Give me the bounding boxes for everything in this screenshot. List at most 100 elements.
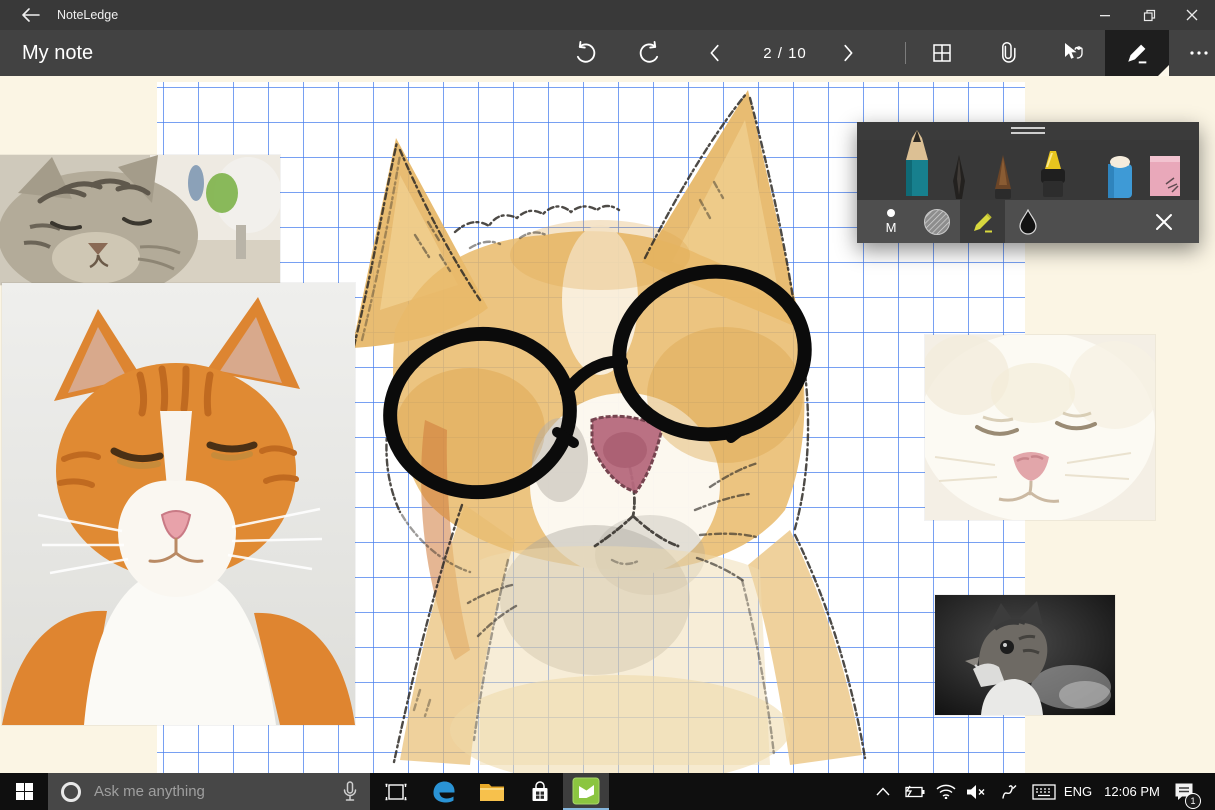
store-icon [532, 780, 548, 801]
redo-button[interactable] [629, 33, 671, 73]
white-fluffy-cat-photo[interactable] [919, 332, 1161, 522]
close-button[interactable] [1169, 0, 1215, 30]
volume-button[interactable] [962, 773, 990, 810]
minimize-button[interactable] [1082, 0, 1128, 30]
app-title: NoteLedge [57, 8, 119, 22]
chevron-left-icon [710, 44, 719, 62]
title-bar: NoteLedge [0, 0, 1215, 30]
clock[interactable]: 12:06 PM [1098, 773, 1166, 810]
note-toolbar: My note 2 / 10 [0, 30, 1215, 76]
tray-expand-button[interactable] [870, 773, 896, 810]
undo-button[interactable] [564, 33, 606, 73]
windows-ink-button[interactable] [995, 773, 1023, 810]
popup-pointer-wedge [1158, 65, 1169, 76]
water-blend-button[interactable] [1008, 200, 1048, 243]
noteledge-window: NoteLedge My note 2 / 10 M Ask me anythi… [0, 0, 1215, 810]
pen-tool-row [857, 130, 1199, 200]
tool-pink-pastel[interactable] [1145, 152, 1185, 200]
minimize-icon [1100, 15, 1110, 17]
pencil-mode-icon [973, 212, 992, 232]
microphone-icon[interactable] [342, 780, 358, 803]
wifi-icon [936, 784, 956, 799]
cortana-search-box[interactable]: Ask me anything [48, 773, 370, 810]
start-button[interactable] [0, 773, 48, 810]
pen-tool-popup: M [857, 122, 1199, 243]
restore-icon [1143, 9, 1155, 21]
brush-icon [995, 155, 1011, 199]
wifi-button[interactable] [932, 773, 960, 810]
drag-handle-icon [1011, 127, 1045, 134]
popup-close-icon [1156, 213, 1172, 230]
orange-white-cat-photo-image [2, 283, 355, 725]
grid-icon [933, 44, 951, 62]
grid-view-button[interactable] [921, 33, 963, 73]
grey-tabby-photo-image [0, 155, 282, 299]
time-label: 12:06 PM [1104, 784, 1160, 799]
chevron-right-icon [844, 44, 853, 62]
pen-button[interactable] [1105, 30, 1169, 76]
redo-icon [639, 41, 659, 63]
page-indicator: 2 / 10 [763, 44, 807, 62]
noteledge-taskbar-button[interactable] [563, 773, 609, 810]
tool-ink-pen[interactable] [941, 154, 977, 200]
edge-button[interactable] [422, 773, 466, 810]
task-view-button[interactable] [374, 773, 418, 810]
language-label: ENG [1063, 784, 1093, 799]
black-and-white-cat-photo[interactable] [935, 595, 1115, 715]
windows-ink-pen-icon [1002, 784, 1017, 799]
paperclip-icon [1002, 41, 1016, 63]
toolbar-divider [905, 42, 906, 64]
popup-close-button[interactable] [1144, 200, 1184, 243]
windows-logo-icon [15, 783, 33, 800]
store-button[interactable] [518, 773, 562, 810]
select-hand-cursor-icon [1065, 43, 1083, 59]
edge-icon [433, 781, 455, 802]
tool-yellow-marker[interactable] [1033, 150, 1073, 200]
search-placeholder: Ask me anything [94, 783, 205, 800]
back-button[interactable] [10, 0, 50, 30]
pencil-mode-button[interactable] [960, 200, 1005, 243]
restore-button[interactable] [1126, 0, 1172, 30]
tool-brush[interactable] [985, 154, 1021, 200]
cortana-icon [61, 781, 81, 802]
file-explorer-button[interactable] [470, 773, 514, 810]
file-explorer-icon [480, 783, 504, 801]
yellow-marker-icon [1041, 151, 1065, 197]
next-page-button[interactable] [827, 33, 869, 73]
black-and-white-cat-photo-image [935, 595, 1115, 715]
pen-options-row: M [857, 200, 1199, 243]
teal-pencil-icon [906, 130, 928, 196]
stroke-size-dot-icon [887, 209, 895, 217]
select-button[interactable] [1051, 33, 1093, 73]
pink-pastel-icon [1150, 156, 1180, 196]
battery-charging-icon [905, 785, 925, 797]
tool-eraser[interactable] [1101, 152, 1139, 200]
ink-pen-icon [953, 155, 965, 199]
previous-page-button[interactable] [694, 33, 736, 73]
stroke-size-label: M [885, 220, 897, 235]
notification-badge: 1 [1185, 793, 1201, 809]
battery-button[interactable] [900, 773, 928, 810]
note-title: My note [22, 41, 94, 64]
more-button[interactable] [1178, 33, 1215, 73]
touch-keyboard-button[interactable] [1028, 773, 1060, 810]
windows-taskbar: Ask me anything ENG 12:06 PM [0, 773, 1215, 810]
language-indicator[interactable]: ENG [1060, 773, 1096, 810]
noteledge-app-icon [572, 777, 600, 804]
ellipsis-icon [1190, 51, 1208, 55]
close-icon [1186, 9, 1198, 21]
water-drop-icon [1019, 208, 1037, 235]
task-view-icon [385, 783, 407, 800]
eraser-icon [1108, 156, 1132, 198]
grey-tabby-photo[interactable] [0, 155, 282, 299]
white-fluffy-cat-photo-image [919, 332, 1161, 522]
attachment-button[interactable] [987, 33, 1029, 73]
texture-button[interactable] [917, 200, 957, 243]
speaker-muted-icon [967, 784, 985, 799]
orange-white-cat-photo[interactable] [2, 283, 355, 725]
undo-icon [576, 41, 596, 63]
tool-teal-pencil[interactable] [897, 126, 937, 200]
stroke-size-button[interactable]: M [871, 200, 911, 243]
back-arrow-icon [21, 8, 40, 22]
texture-icon [924, 208, 950, 235]
